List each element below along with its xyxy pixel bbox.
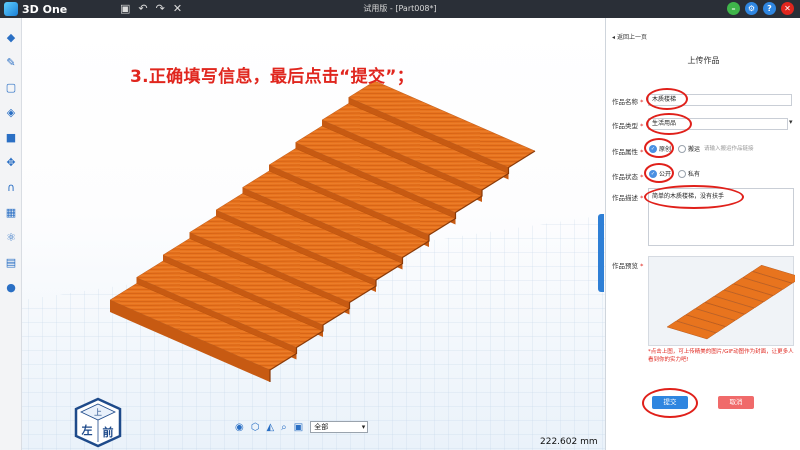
color-icon[interactable]: ●	[4, 280, 18, 294]
title-bar: 3D One ▣ ↶ ↷ ✕ 试用版 - [Part008*] – ⚙ ? ✕	[0, 0, 800, 18]
annotation-circle	[646, 88, 688, 110]
window-controls: – ⚙ ? ✕	[727, 2, 794, 15]
back-icon: ◂	[612, 34, 616, 41]
face-icon[interactable]: ▢	[4, 80, 18, 94]
preview-stairs-thumbnail	[666, 264, 800, 340]
radio-empty-icon	[678, 144, 686, 153]
annotation-circle	[646, 113, 692, 135]
filter-select[interactable]: 全部	[310, 421, 369, 433]
attr-label: 作品属性 *	[612, 148, 644, 156]
unit-readout: 222.602 mm	[540, 437, 598, 447]
app-brand: 3D One	[22, 2, 68, 16]
render-icon[interactable]: ◭	[266, 422, 274, 433]
settings-icon[interactable]: ⚙	[745, 2, 758, 15]
zoom-icon[interactable]: ⌕	[281, 422, 287, 433]
panel-title: 上传作品	[687, 56, 720, 65]
cube-left-label: 左	[81, 423, 93, 437]
panel-collapse-handle[interactable]	[598, 214, 604, 292]
move-icon[interactable]: ✥	[4, 155, 18, 169]
logo-mark-icon	[4, 2, 18, 16]
desc-label: 作品描述 *	[612, 194, 644, 202]
instruction-text: 3.正确填写信息，最后点击“提交”；	[130, 67, 415, 87]
3d-viewport[interactable]: 3.正确填写信息，最后点击“提交”； ➤ ◧ 上 左 前	[22, 18, 605, 450]
annotation-circle	[642, 388, 698, 418]
pattern-icon[interactable]: ▦	[4, 205, 18, 219]
sketch-icon[interactable]: ✎	[4, 55, 18, 69]
app-logo: 3D One	[4, 2, 67, 16]
back-label: 返回上一页	[616, 34, 647, 41]
back-link[interactable]: ◂ 返回上一页	[612, 32, 647, 41]
status-private-radio[interactable]: 私有	[678, 169, 700, 178]
upload-hint: *点击上图，可上传精美的图片/GIF动图作为封面，让更多人看到你的实力吧!	[648, 349, 794, 363]
view-toolbar: ◉ ⬡ ◭ ⌕ ▣ 全部	[235, 421, 369, 433]
preview-label: 作品预览 *	[612, 262, 644, 270]
filter-icon[interactable]: ▣	[294, 422, 303, 433]
attr-repost-radio[interactable]: 搬运	[678, 144, 700, 153]
chevron-down-icon[interactable]: ▾	[789, 118, 793, 126]
minimize-icon[interactable]: –	[727, 2, 740, 15]
combine-icon[interactable]: ◈	[4, 105, 18, 119]
cube-icon[interactable]: ■	[4, 130, 18, 144]
measure-icon[interactable]: ⚛	[4, 230, 18, 244]
cancel-button[interactable]: 取消	[718, 396, 754, 409]
close-icon[interactable]: ✕	[173, 2, 182, 16]
quick-tools: ▣ ↶ ↷ ✕	[120, 2, 182, 16]
save-icon[interactable]: ▣	[120, 2, 130, 16]
status-label: 作品状态 *	[612, 173, 644, 181]
type-label: 作品类型 *	[612, 122, 644, 130]
undo-icon[interactable]: ↶	[138, 2, 147, 16]
magnet-icon[interactable]: ∩	[4, 180, 18, 194]
upload-panel: ◂ 返回上一页 上传作品 作品名称 * 木质楼梯 作品类型 * 生活用品 ▾ 作…	[605, 18, 800, 450]
name-label: 作品名称 *	[612, 98, 644, 106]
redo-icon[interactable]: ↷	[156, 2, 165, 16]
layer-icon[interactable]: ▤	[4, 255, 18, 269]
left-toolbar: ◆ ✎ ▢ ◈ ■ ✥ ∩ ▦ ⚛ ▤ ●	[0, 18, 22, 450]
radio-empty-icon	[678, 169, 686, 178]
draw-icon[interactable]: ◆	[4, 30, 18, 44]
eye-icon[interactable]: ◉	[235, 422, 244, 433]
preview-image[interactable]	[648, 256, 800, 346]
close-window-icon[interactable]: ✕	[781, 2, 794, 15]
view-cube[interactable]: 上 左 前	[72, 396, 124, 448]
annotation-circle	[644, 163, 674, 183]
annotation-circle	[644, 138, 674, 158]
cube-top-label: 上	[94, 408, 102, 417]
annotation-circle	[644, 185, 744, 209]
view-cube-icon[interactable]: ⬡	[251, 422, 260, 433]
repost-link-input[interactable]: 请输入搬运作品链接	[704, 144, 794, 154]
cube-front-label: 前	[103, 425, 114, 439]
help-icon[interactable]: ?	[763, 2, 776, 15]
